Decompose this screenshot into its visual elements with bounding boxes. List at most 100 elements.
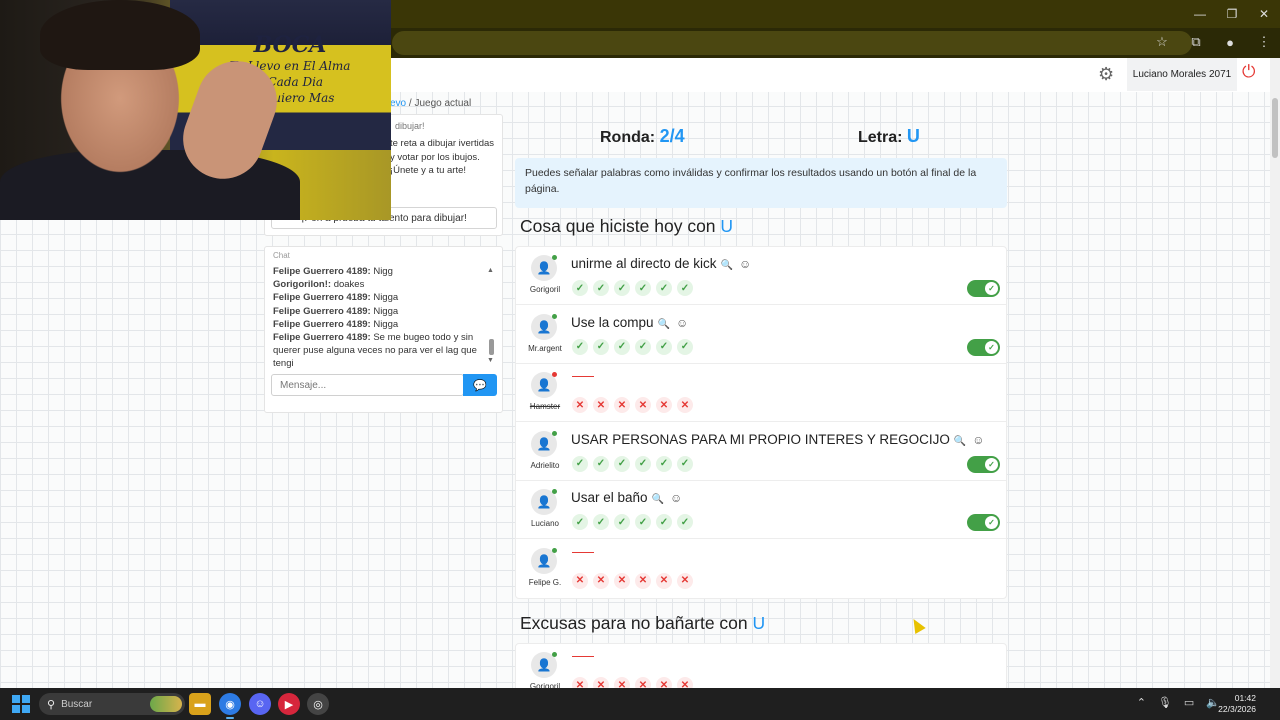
- chat-message-user: Felipe Guerrero 4189:: [273, 266, 371, 277]
- react-icon[interactable]: ☺: [972, 433, 984, 447]
- page-scroll-thumb[interactable]: [1272, 98, 1278, 158]
- chat-log[interactable]: Felipe Guerrero 4189: Nigg Gorigorilon!: …: [273, 265, 487, 369]
- answer-value: Usar el baño: [571, 490, 648, 505]
- taskbar-search-label: Buscar: [61, 698, 93, 710]
- search-word-icon[interactable]: 🔍: [954, 436, 966, 447]
- category-letter: U: [720, 216, 734, 236]
- vote-cross-icon: ✕: [677, 572, 693, 589]
- answer-row: 👤 Gorigoril unirme al directo de kick 🔍 ☺ ✓ ✓ ✓…: [516, 247, 1006, 305]
- vote-cross-icon: ✕: [614, 572, 630, 589]
- valid-toggle[interactable]: ✓: [967, 338, 1000, 356]
- react-icon[interactable]: ☺: [670, 491, 682, 505]
- power-icon[interactable]: ⏻: [1242, 62, 1255, 82]
- discord-icon[interactable]: ☺: [249, 693, 271, 715]
- flag-line1: BOCA: [253, 32, 327, 58]
- search-word-icon[interactable]: 🔍: [652, 494, 664, 505]
- search-word-icon[interactable]: 🔍: [658, 319, 670, 330]
- avatar-icon: 👤: [531, 313, 557, 340]
- chat-message-text: Nigga: [373, 318, 399, 330]
- player-name: Adrielito: [530, 460, 560, 470]
- valid-toggle[interactable]: ✓: [967, 455, 1000, 473]
- status-dot: [552, 652, 557, 657]
- chat-send-button[interactable]: 💬: [463, 374, 497, 396]
- category-title: Excusas para no bañarte con U: [520, 613, 765, 634]
- minimize-button[interactable]: —: [1184, 0, 1216, 28]
- chat-message-text: doakes: [333, 279, 365, 291]
- valid-toggle[interactable]: ✓: [967, 514, 1000, 531]
- answers-card: 👤 Gorigoril ✕ ✕ ✕ ✕ ✕ ✕: [515, 643, 1007, 688]
- vote-cross-icon: ✕: [593, 397, 609, 413]
- page-scrollbar[interactable]: [1270, 58, 1280, 688]
- answer-row: 👤 Adrielito USAR PERSONAS PARA MI PROPIO I…: [516, 423, 1006, 481]
- player-name: Luciano: [530, 519, 560, 528]
- valid-toggle[interactable]: ✓: [967, 280, 1000, 297]
- chat-message-input[interactable]: Mensaje...: [271, 374, 464, 396]
- vote-cross-icon: ✕: [656, 677, 672, 688]
- round-indicator: Ronda: 2/4: [600, 126, 685, 147]
- votes-row: ✕ ✕ ✕ ✕ ✕ ✕: [572, 677, 693, 688]
- user-menu[interactable]: Luciano Morales 2071: [1127, 58, 1237, 91]
- vote-cross-icon: ✕: [593, 572, 609, 589]
- vote-cross-icon: ✕: [656, 397, 672, 413]
- streamer-hair: [40, 0, 200, 70]
- taskbar-clock[interactable]: 01:42 22/3/2026: [1218, 693, 1256, 715]
- chat-message: Gorigorilon!: doakes: [273, 278, 487, 291]
- toggle-knob-icon: ✓: [985, 340, 998, 354]
- vote-check-icon: ✓: [614, 455, 630, 472]
- search-word-icon[interactable]: 🔍: [721, 260, 733, 271]
- vote-cross-icon: ✕: [677, 397, 693, 413]
- answer-text: USAR PERSONAS PARA MI PROPIO INTERES Y R…: [571, 432, 985, 447]
- chat-scroll-down-icon[interactable]: ▼: [487, 357, 494, 364]
- chat-message-text: Nigga: [373, 305, 399, 317]
- file-explorer-icon[interactable]: ▬: [189, 693, 211, 715]
- star-icon[interactable]: ☆: [1152, 32, 1172, 52]
- status-dot: [552, 372, 557, 377]
- chat-scroll-up-icon[interactable]: ▲: [487, 267, 494, 274]
- chat-message: Felipe Guerrero 4189: Se me bugeo todo y…: [273, 331, 487, 369]
- vote-check-icon: ✓: [656, 455, 672, 472]
- toggle-knob-icon: ✓: [985, 516, 998, 529]
- vote-check-icon: ✓: [635, 514, 651, 530]
- profile-icon[interactable]: ●: [1220, 32, 1240, 52]
- vote-check-icon: ✓: [677, 338, 693, 355]
- react-icon[interactable]: ☺: [739, 257, 751, 271]
- empty-answer-dash: [572, 376, 594, 377]
- chat-scrollbar[interactable]: [489, 339, 494, 355]
- window-controls: — ❐ ✕: [1184, 0, 1280, 28]
- breadcrumb-link[interactable]: evo: [390, 98, 406, 109]
- taskbar-search[interactable]: ⚲ Buscar: [39, 693, 185, 715]
- start-windows-icon[interactable]: [12, 695, 30, 713]
- vote-cross-icon: ✕: [635, 677, 651, 688]
- tray-chevron-icon[interactable]: ⌃: [1137, 696, 1146, 709]
- vote-check-icon: ✓: [656, 514, 672, 530]
- chrome-icon[interactable]: ◉: [219, 693, 241, 719]
- close-window-button[interactable]: ✕: [1248, 0, 1280, 28]
- obs-icon[interactable]: ◎: [307, 693, 329, 715]
- letter-label: Letra:: [858, 129, 903, 146]
- vote-check-icon: ✓: [593, 338, 609, 355]
- answer-row: 👤 Hamster ✕ ✕ ✕ ✕ ✕ ✕: [516, 364, 1006, 422]
- empty-answer-dash: [572, 656, 594, 657]
- status-dot: [552, 489, 557, 494]
- menu-icon[interactable]: ⋮: [1254, 32, 1274, 52]
- settings-gear-icon[interactable]: ⚙: [1098, 64, 1114, 85]
- clock-time: 01:42: [1234, 693, 1256, 703]
- react-icon[interactable]: ☺: [676, 316, 688, 330]
- player-name: Hamster: [529, 402, 561, 411]
- answer-row: 👤 Luciano Usar el baño 🔍 ☺ ✓ ✓ ✓ ✓ ✓ ✓ ✓: [516, 481, 1006, 539]
- display-icon[interactable]: ▭: [1184, 696, 1194, 709]
- vote-cross-icon: ✕: [635, 397, 651, 413]
- microphone-icon[interactable]: 🎙: [1158, 696, 1172, 709]
- status-dot: [552, 255, 557, 260]
- search-icon: ⚲: [47, 698, 56, 711]
- chat-message-user: Felipe Guerrero 4189:: [273, 292, 371, 304]
- answer-value: Use la compu: [571, 314, 654, 330]
- extensions-icon[interactable]: ⧉: [1186, 32, 1206, 52]
- address-bar[interactable]: [392, 31, 1192, 55]
- vote-cross-icon: ✕: [656, 572, 672, 589]
- media-player-icon[interactable]: ▶: [278, 693, 300, 715]
- category-title-text: Cosa que hiciste hoy con: [520, 216, 716, 236]
- maximize-button[interactable]: ❐: [1216, 0, 1248, 28]
- vote-check-icon: ✓: [677, 514, 693, 530]
- vote-check-icon: ✓: [572, 338, 588, 355]
